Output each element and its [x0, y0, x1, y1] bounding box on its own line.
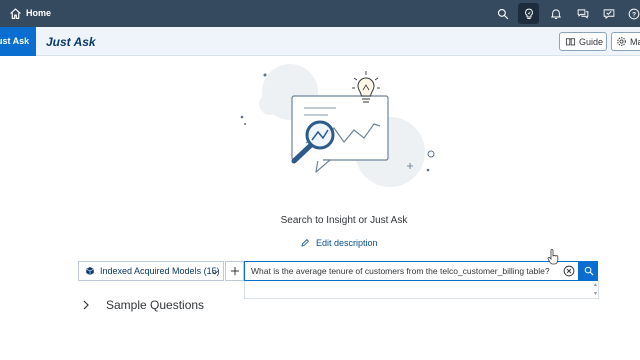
- sample-questions-label: Sample Questions: [106, 298, 205, 312]
- sample-questions-toggle[interactable]: Sample Questions: [82, 298, 204, 312]
- cube-icon: [86, 266, 94, 276]
- scroll-up-icon[interactable]: ▲: [593, 282, 598, 288]
- guide-label: Guide: [579, 36, 604, 47]
- hand-cursor-icon: [547, 249, 559, 265]
- chat-button[interactable]: [572, 3, 593, 24]
- manage-label: Ma: [630, 36, 640, 47]
- bell-icon: [550, 8, 561, 19]
- insight-illustration: [240, 64, 435, 187]
- gear-icon: [617, 37, 626, 46]
- add-model-button[interactable]: [225, 261, 244, 281]
- search-icon: [497, 8, 508, 19]
- chat-icon: [577, 8, 588, 19]
- pencil-icon: [301, 239, 309, 247]
- home-link[interactable]: Home: [26, 8, 51, 19]
- just-ask-tab[interactable]: Just Ask: [0, 27, 36, 56]
- just-ask-button[interactable]: [518, 3, 539, 24]
- notifications-button[interactable]: [545, 3, 566, 24]
- help-icon: ?: [628, 8, 639, 19]
- search-icon: [584, 266, 593, 276]
- chevron-down-icon: [211, 270, 219, 275]
- plus-icon: [230, 266, 239, 276]
- edit-description-link[interactable]: Edit description: [300, 238, 378, 248]
- prompt-title: Search to Insight or Just Ask: [280, 215, 408, 226]
- feedback-button[interactable]: [598, 3, 619, 24]
- guide-icon: [565, 38, 576, 46]
- help-button[interactable]: ?: [623, 3, 640, 24]
- clear-icon[interactable]: [563, 265, 575, 277]
- shell-bar: Home ?: [0, 0, 640, 27]
- scroll-down-icon[interactable]: ▼: [593, 291, 598, 297]
- home-icon[interactable]: [9, 7, 22, 20]
- model-select[interactable]: Indexed Acquired Models (15): [78, 261, 224, 281]
- search-submit-button[interactable]: [579, 261, 598, 281]
- lightbulb-icon: [524, 8, 533, 19]
- manage-button[interactable]: Ma: [611, 32, 640, 51]
- guide-button[interactable]: Guide: [559, 32, 607, 51]
- feedback-icon: [603, 8, 614, 19]
- page-title: Just Ask: [46, 35, 96, 49]
- edit-description-label: Edit description: [316, 238, 378, 248]
- model-select-label: Indexed Acquired Models (15): [100, 266, 220, 276]
- suggestion-area[interactable]: [244, 281, 599, 299]
- svg-text:?: ?: [631, 11, 635, 18]
- query-input[interactable]: What is the average tenure of customers …: [244, 261, 579, 281]
- search-button[interactable]: [492, 3, 513, 24]
- chevron-right-icon: [83, 300, 89, 310]
- page-header: Just Ask Just Ask Guide Ma: [0, 27, 640, 56]
